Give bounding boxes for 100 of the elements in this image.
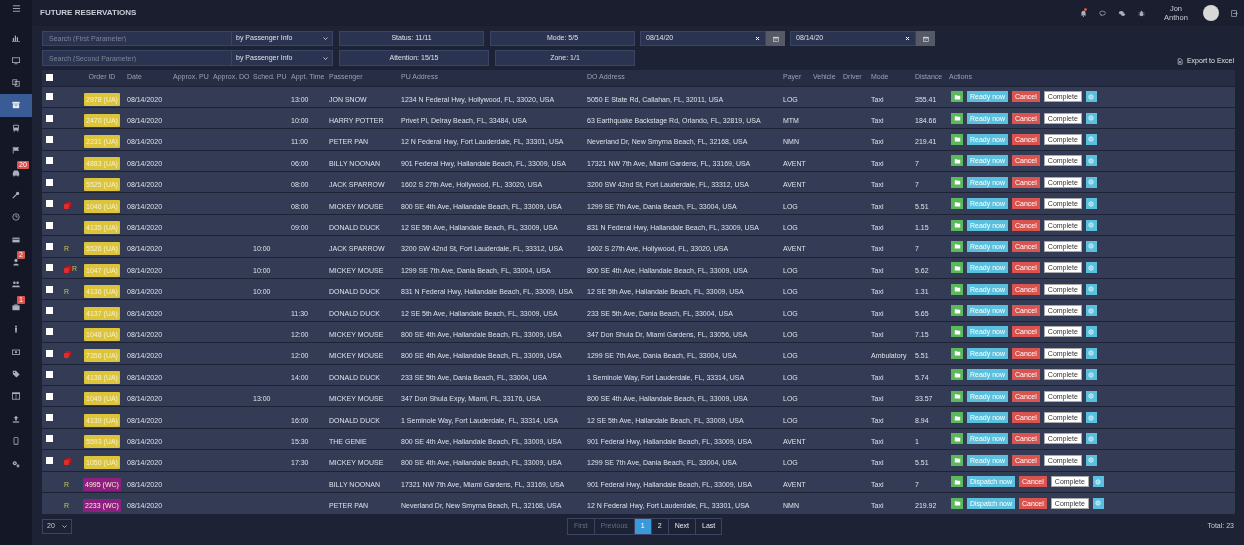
settings-button[interactable]: [1085, 347, 1097, 359]
calendar-button[interactable]: [766, 31, 785, 46]
folder-icon: [953, 307, 961, 314]
open-folder-button[interactable]: [951, 219, 963, 231]
checkbox[interactable]: [46, 135, 53, 143]
settings-button[interactable]: [1085, 326, 1097, 338]
bell-icon[interactable]: [1080, 9, 1087, 17]
folder-icon: [953, 222, 961, 229]
open-folder-button[interactable]: [951, 326, 963, 338]
settings-button[interactable]: [1085, 240, 1097, 252]
clear-icon[interactable]: [755, 36, 760, 41]
open-folder-button[interactable]: [951, 91, 963, 103]
open-folder-button[interactable]: [951, 198, 963, 210]
checkbox[interactable]: [46, 264, 53, 272]
settings-button[interactable]: [1092, 497, 1104, 509]
chat-bubble-icon[interactable]: [1099, 9, 1106, 17]
open-folder-button[interactable]: [951, 305, 963, 317]
settings-button[interactable]: [1085, 305, 1097, 317]
folder-icon: [953, 435, 961, 442]
settings-button[interactable]: [1085, 91, 1097, 103]
settings-button[interactable]: [1085, 369, 1097, 381]
settings-icon: [1088, 457, 1095, 464]
bar-chart-icon: [12, 34, 20, 43]
folder-icon: [953, 350, 961, 357]
checkbox[interactable]: [46, 435, 53, 443]
settings-button[interactable]: [1085, 454, 1097, 466]
open-folder-button[interactable]: [951, 454, 963, 466]
open-folder-button[interactable]: [951, 240, 963, 252]
settings-button[interactable]: [1085, 112, 1097, 124]
file-icon: [1176, 58, 1183, 66]
open-folder-button[interactable]: [951, 262, 963, 274]
gears-icon: [12, 459, 20, 468]
open-folder-button[interactable]: [951, 283, 963, 295]
checkbox[interactable]: [46, 93, 53, 101]
settings-button[interactable]: [1085, 198, 1097, 210]
checkbox[interactable]: [46, 307, 53, 315]
checkbox[interactable]: [46, 285, 53, 293]
checkbox[interactable]: [46, 371, 53, 379]
user-icon: [12, 258, 20, 267]
settings-button[interactable]: [1092, 476, 1104, 488]
open-folder-button[interactable]: [951, 412, 963, 424]
folder-icon: [953, 115, 961, 122]
checkbox[interactable]: [46, 456, 53, 464]
briefcase-icon: [12, 302, 20, 311]
settings-icon: [1088, 286, 1095, 293]
settings-button[interactable]: [1085, 283, 1097, 295]
folder-icon: [953, 93, 961, 100]
settings-button[interactable]: [1085, 133, 1097, 145]
settings-button[interactable]: [1085, 155, 1097, 167]
settings-button[interactable]: [1085, 412, 1097, 424]
settings-icon: [1088, 435, 1095, 442]
bug-icon[interactable]: [1138, 9, 1145, 17]
settings-button[interactable]: [1085, 219, 1097, 231]
checkbox[interactable]: [46, 392, 53, 400]
money-icon: [12, 347, 20, 356]
checkbox[interactable]: [46, 221, 53, 229]
open-folder-button[interactable]: [951, 176, 963, 188]
columns-icon: [12, 392, 20, 401]
sidebar-item[interactable]: [0, 94, 32, 117]
settings-button[interactable]: [1085, 176, 1097, 188]
checkbox[interactable]: [46, 349, 53, 357]
clock-icon: [12, 213, 20, 222]
settings-icon: [1088, 371, 1095, 378]
checkbox[interactable]: [46, 157, 53, 165]
settings-icon: [1095, 478, 1102, 485]
settings-icon: [1088, 329, 1095, 335]
clear-icon[interactable]: [905, 36, 910, 41]
checkbox[interactable]: [46, 328, 53, 336]
folder-icon: [953, 179, 961, 186]
checkbox[interactable]: [46, 178, 53, 186]
calendar-button[interactable]: [916, 31, 935, 46]
copy-icon: [12, 78, 20, 87]
open-folder-button[interactable]: [951, 133, 963, 145]
open-folder-button[interactable]: [951, 112, 963, 124]
settings-button[interactable]: [1085, 433, 1097, 445]
checkbox[interactable]: [46, 74, 53, 82]
checkbox[interactable]: [46, 200, 53, 208]
wrench-icon: [12, 190, 20, 199]
settings-icon: [1095, 500, 1102, 507]
settings-button[interactable]: [1085, 390, 1097, 402]
settings-icon: [1088, 350, 1095, 357]
chat-bubbles-icon[interactable]: [1118, 9, 1126, 17]
open-folder-button[interactable]: [951, 347, 963, 359]
open-folder-button[interactable]: [951, 390, 963, 402]
checkbox[interactable]: [46, 414, 53, 422]
open-folder-button[interactable]: [951, 155, 963, 167]
logout-icon[interactable]: [1231, 9, 1238, 17]
checkbox[interactable]: [46, 114, 53, 122]
flag-icon: [12, 146, 20, 155]
folder-icon: [953, 157, 961, 164]
open-folder-button[interactable]: [951, 369, 963, 381]
menu-icon[interactable]: [11, 4, 21, 13]
open-folder-button[interactable]: [951, 497, 963, 509]
open-folder-button[interactable]: [951, 433, 963, 445]
caret-icon: [323, 36, 328, 41]
checkbox[interactable]: [46, 242, 53, 250]
avatar[interactable]: [1203, 5, 1219, 21]
settings-icon: [1088, 307, 1095, 314]
open-folder-button[interactable]: [951, 476, 963, 488]
settings-button[interactable]: [1085, 262, 1097, 274]
